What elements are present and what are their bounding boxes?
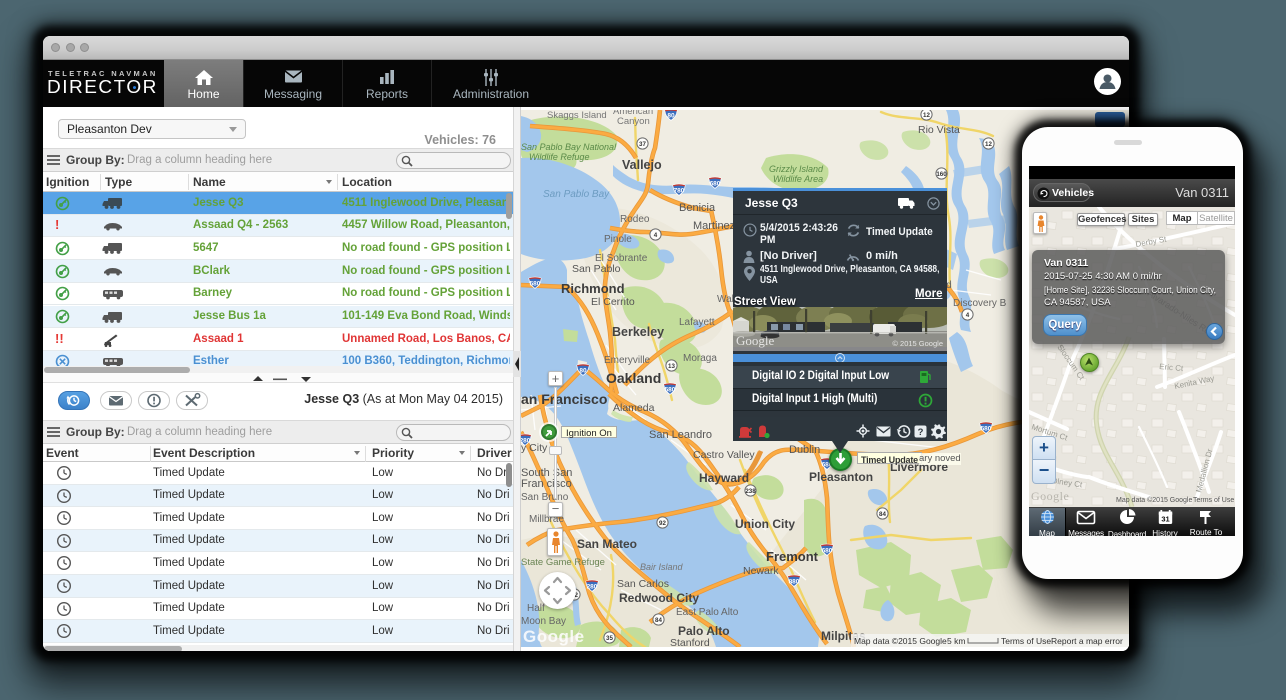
svg-text:580: 580 xyxy=(981,425,992,432)
svg-text:31: 31 xyxy=(1161,515,1169,524)
svg-text:37: 37 xyxy=(639,141,646,148)
svg-text:92: 92 xyxy=(659,520,666,527)
svg-text:580: 580 xyxy=(665,386,676,393)
svg-text:?: ? xyxy=(918,427,924,438)
svg-text:280: 280 xyxy=(587,583,598,590)
svg-text:4: 4 xyxy=(965,312,969,319)
svg-text:12: 12 xyxy=(923,112,930,119)
svg-text:238: 238 xyxy=(745,488,756,495)
svg-text:680: 680 xyxy=(710,180,721,187)
svg-text:84: 84 xyxy=(655,617,662,624)
svg-text:80: 80 xyxy=(667,112,675,119)
svg-text:880: 880 xyxy=(789,578,800,585)
svg-text:35: 35 xyxy=(606,635,613,642)
svg-text:780: 780 xyxy=(674,187,685,194)
svg-text:280: 280 xyxy=(521,437,531,444)
svg-text:84: 84 xyxy=(879,511,886,518)
svg-text:160: 160 xyxy=(936,171,947,178)
svg-text:80: 80 xyxy=(579,367,587,374)
svg-text:680: 680 xyxy=(822,547,833,554)
svg-text:13: 13 xyxy=(668,363,675,370)
svg-text:580: 580 xyxy=(530,280,541,287)
svg-text:12: 12 xyxy=(985,141,992,148)
svg-text:4: 4 xyxy=(653,232,657,239)
